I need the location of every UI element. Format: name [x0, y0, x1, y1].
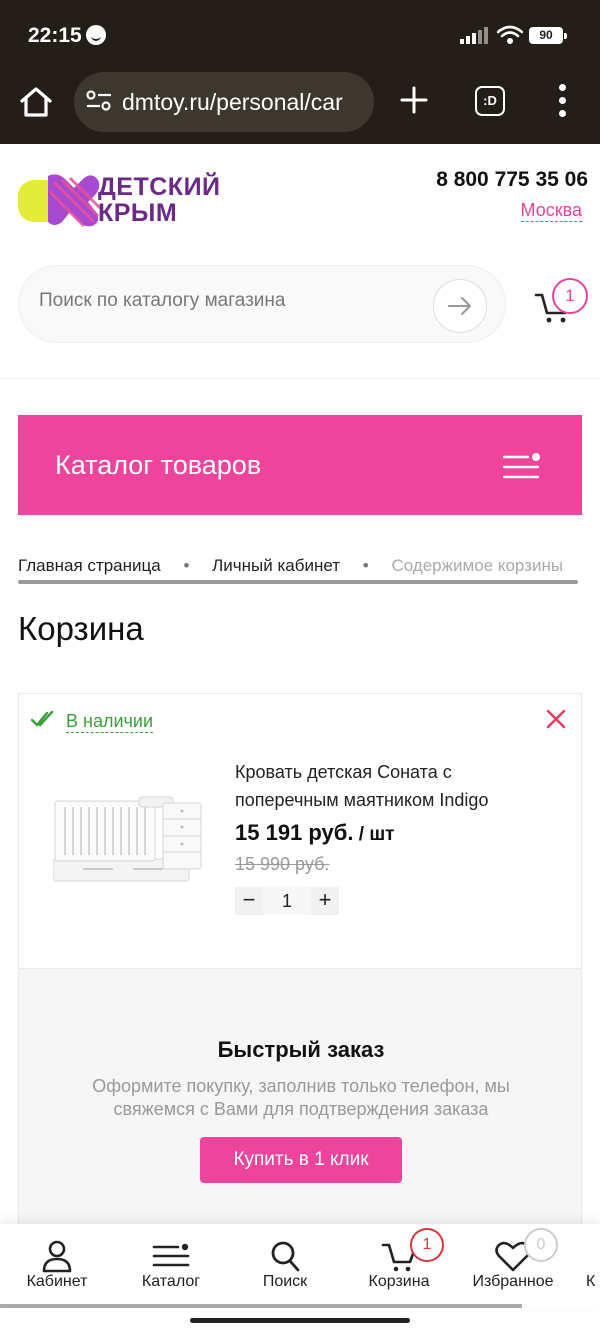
product-price: 15 191 руб. / шт: [235, 820, 394, 846]
bottom-nav-scrollbar[interactable]: [0, 1304, 522, 1308]
breadcrumb-scrollbar[interactable]: [18, 580, 578, 584]
quick-order-title: Быстрый заказ: [217, 1037, 385, 1062]
page-title: Корзина: [18, 610, 144, 647]
cart-item: В наличии Кровать детская Соната с попер…: [18, 693, 582, 969]
quick-order-description: Оформите покупку, заполнив только телефо…: [92, 1076, 510, 1119]
signal-icon: [460, 26, 488, 44]
wifi-icon: [497, 25, 523, 44]
breadcrumb-separator: •: [183, 556, 190, 575]
breadcrumb-separator: •: [362, 556, 369, 575]
nav-label: Кабинет: [26, 1273, 88, 1290]
search-submit-button[interactable]: [433, 279, 487, 333]
tabs-button[interactable]: :D: [475, 86, 505, 116]
home-icon[interactable]: [18, 84, 54, 120]
quick-order-section: Быстрый заказ Оформите покупку, заполнив…: [18, 968, 582, 1226]
old-price: 15 990 руб.: [235, 854, 330, 874]
arrow-right-icon: [448, 297, 471, 315]
search-icon: [271, 1241, 300, 1272]
nav-item-cart[interactable]: Корзина 1: [342, 1224, 456, 1304]
url-text: dmtoy.ru/personal/car: [122, 89, 343, 115]
more-menu-icon[interactable]: [552, 84, 574, 118]
logo-text: ДЕТСКИЙ КРЫМ: [98, 174, 221, 226]
cart-badge: 1: [410, 1228, 444, 1262]
catalog-menu-icon: [502, 453, 540, 479]
price-value: 15 191 руб.: [235, 820, 354, 845]
city-selector[interactable]: Москва: [520, 199, 582, 222]
nav-item-favorites[interactable]: Избранное 0: [456, 1224, 570, 1304]
buy-one-click-button[interactable]: Купить в 1 клик: [200, 1137, 402, 1183]
breadcrumb-account[interactable]: Личный кабинет: [212, 556, 340, 576]
site-settings-icon[interactable]: [86, 90, 112, 112]
quantity-decrease-button[interactable]: −: [235, 887, 263, 915]
browser-toolbar: dmtoy.ru/personal/car :D: [0, 70, 600, 144]
nav-label: Поиск: [262, 1273, 308, 1290]
nav-item-catalog[interactable]: Каталог: [114, 1224, 228, 1304]
menu-icon: [152, 1243, 190, 1267]
price-unit: / шт: [353, 824, 395, 845]
catalog-label: Каталог товаров: [55, 450, 262, 480]
breadcrumb-home[interactable]: Главная страница: [18, 556, 161, 576]
status-time: 22:15: [28, 24, 82, 47]
status-bar: 22:15 90: [0, 0, 600, 70]
breadcrumb-current: Содержимое корзины: [391, 556, 564, 575]
battery-icon: 90: [529, 27, 567, 44]
remove-item-icon[interactable]: [545, 708, 567, 730]
nav-label: Избранное: [472, 1273, 554, 1290]
nav-label: Корзина: [368, 1273, 430, 1290]
quantity-increase-button[interactable]: +: [311, 887, 339, 915]
favorites-badge: 0: [524, 1228, 558, 1262]
search-input[interactable]: [39, 290, 419, 312]
quantity-stepper: − 1 +: [235, 887, 339, 915]
phone-number[interactable]: 8 800 775 35 06: [436, 168, 588, 192]
quantity-value[interactable]: 1: [263, 887, 311, 915]
catalog-button[interactable]: Каталог товаров: [18, 415, 582, 515]
logo-line-1: ДЕТСКИЙ: [98, 173, 221, 201]
nav-label: К: [586, 1273, 596, 1290]
nav-item-more[interactable]: К: [570, 1224, 600, 1304]
nav-item-account[interactable]: Кабинет: [0, 1224, 114, 1304]
nav-label: Каталог: [141, 1273, 201, 1290]
logo-line-2: КРЫМ: [98, 199, 178, 227]
availability-status[interactable]: В наличии: [66, 710, 154, 733]
address-bar[interactable]: dmtoy.ru/personal/car: [74, 72, 374, 132]
nav-item-search[interactable]: Поиск: [228, 1224, 342, 1304]
double-check-icon: [31, 710, 54, 727]
bottom-navigation: Кабинет Каталог Поиск Корзина 1 Избранно…: [0, 1224, 600, 1310]
cart-count-badge: 1: [552, 278, 588, 314]
product-image[interactable]: [53, 789, 203, 894]
gesture-bar[interactable]: [190, 1318, 410, 1323]
user-icon: [42, 1240, 72, 1273]
new-tab-icon[interactable]: [396, 82, 432, 118]
header-divider: [0, 378, 600, 379]
notification-icon: [86, 25, 106, 45]
product-name[interactable]: Кровать детская Соната с поперечным маят…: [235, 758, 535, 814]
search-box: [18, 265, 506, 343]
